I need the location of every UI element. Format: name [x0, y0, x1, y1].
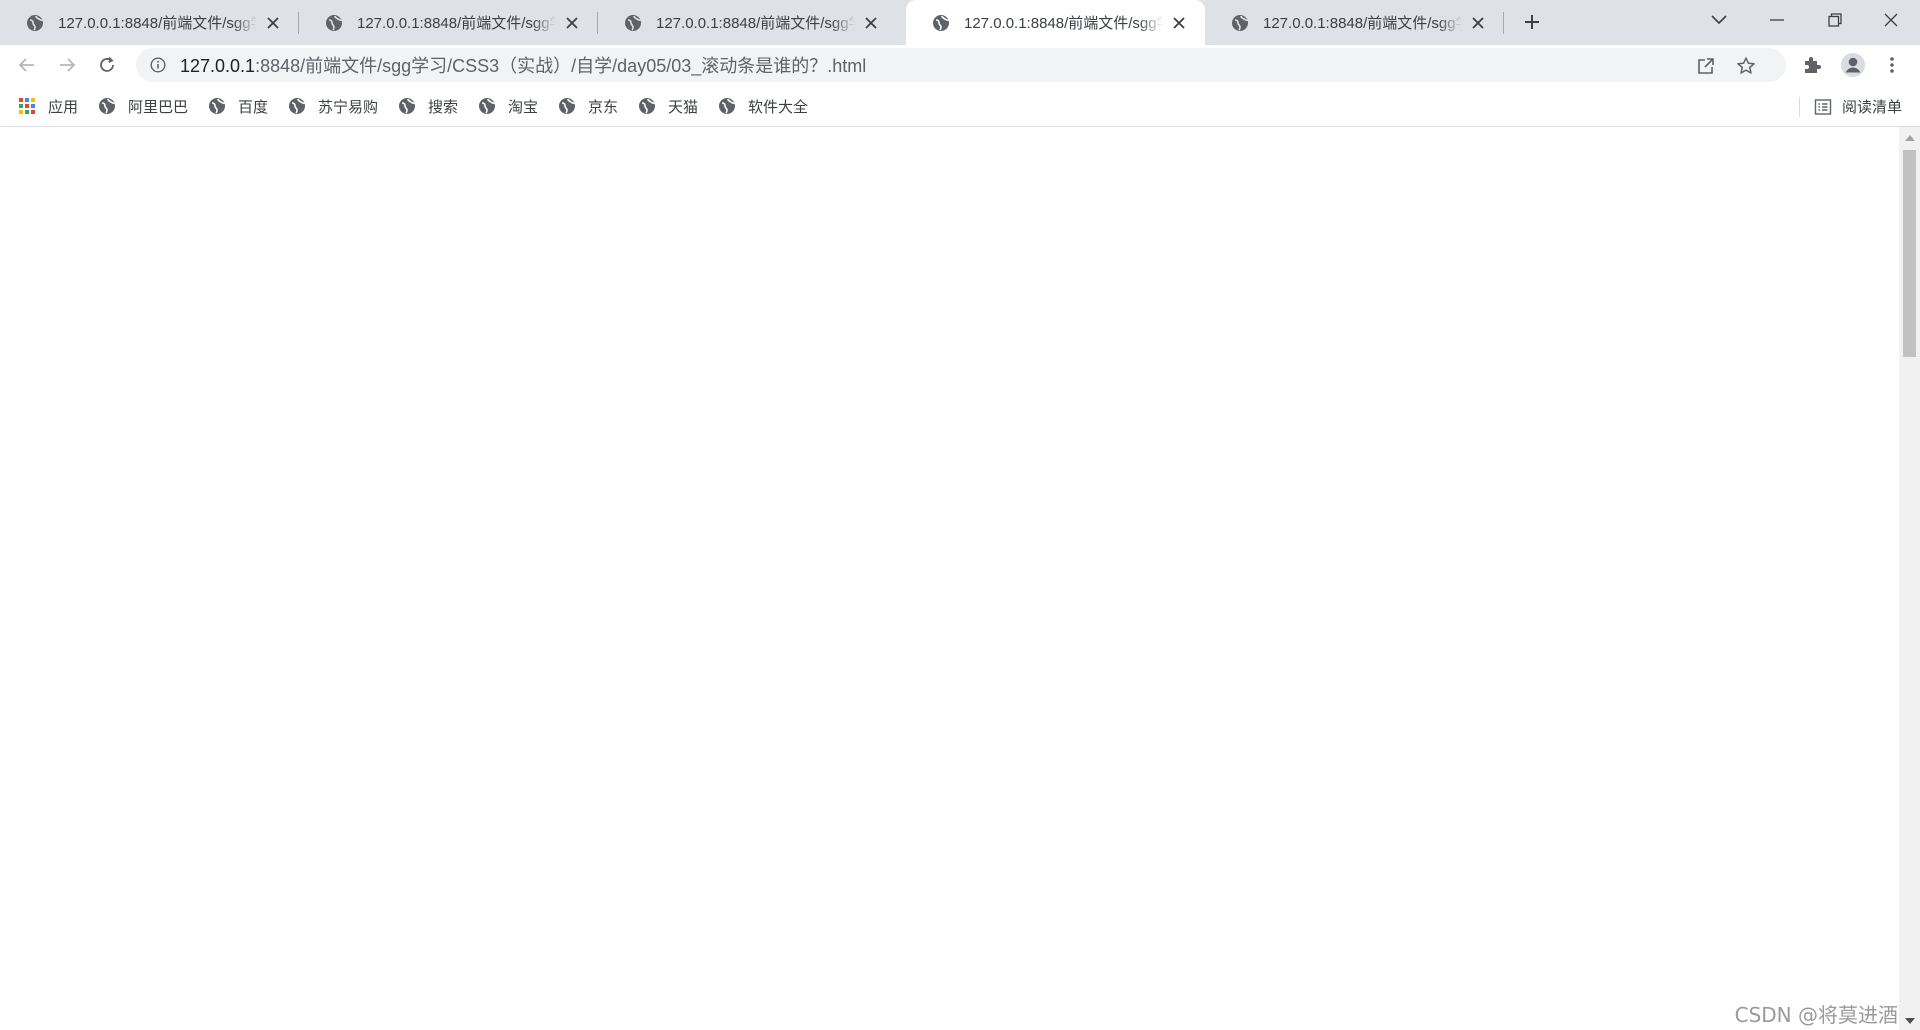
- close-icon[interactable]: [1468, 13, 1488, 33]
- close-icon[interactable]: [263, 13, 283, 33]
- globe-icon: [326, 14, 342, 31]
- address-bar[interactable]: 127.0.0.1:8848/前端文件/sgg学习/CSS3（实战）/自学/da…: [136, 48, 1786, 82]
- bookmark-label: 京东: [588, 98, 619, 116]
- bookmark-item[interactable]: 软件大全: [718, 96, 808, 116]
- globe-icon: [399, 98, 415, 114]
- tab-5[interactable]: 127.0.0.1:8848/前端文件/sgg学习/CSS3（实战）/自学/da…: [1205, 0, 1504, 45]
- globe-icon: [27, 14, 43, 31]
- url-path: :8848/前端文件/sgg学习/CSS3（实战）/自学/day05/03_滚动…: [255, 56, 867, 76]
- bookmark-item[interactable]: 百度: [208, 96, 268, 116]
- back-button[interactable]: [12, 50, 42, 80]
- chevron-down-icon: [1711, 15, 1727, 25]
- url-host: 127.0.0.1: [180, 56, 256, 76]
- extensions-button[interactable]: [1797, 50, 1827, 80]
- plus-icon: [1525, 15, 1539, 29]
- bookmark-item[interactable]: 淘宝: [478, 96, 538, 116]
- scroll-down-arrow-icon[interactable]: [1905, 1018, 1915, 1024]
- bookmark-label: 搜索: [428, 98, 459, 116]
- vertical-scrollbar[interactable]: [1899, 127, 1920, 1030]
- globe-icon: [289, 98, 305, 114]
- bookmark-label: 软件大全: [748, 98, 809, 116]
- puzzle-icon: [1805, 57, 1821, 73]
- page-content: [0, 127, 1899, 1030]
- globe-icon: [639, 98, 655, 114]
- tab-2[interactable]: 127.0.0.1:8848/前端文件/sgg学习/CSS3（实战）/自学/da…: [299, 0, 598, 45]
- tab-title: 127.0.0.1:8848/前端文件/sgg学习/CSS3（实战）/自学/da…: [964, 15, 1163, 32]
- watermark: CSDN @将莫进酒: [1734, 1003, 1898, 1027]
- info-icon[interactable]: [150, 57, 166, 73]
- globe-icon: [625, 14, 641, 31]
- bookmark-label: 天猫: [668, 98, 699, 116]
- apps-grid-icon: [19, 98, 35, 114]
- tab-title: 127.0.0.1:8848/前端文件/sgg学习/CSS3（实战）/自学/da…: [357, 15, 556, 32]
- bookmark-apps[interactable]: 应用: [18, 96, 78, 116]
- tab-title: 127.0.0.1:8848/前端文件/sgg学习/CSS3（实战）/自学/da…: [58, 15, 257, 32]
- reading-list-button[interactable]: 阅读清单: [1798, 96, 1902, 117]
- kebab-menu-icon: [1890, 57, 1894, 73]
- close-icon[interactable]: [861, 13, 881, 33]
- tab-1[interactable]: 127.0.0.1:8848/前端文件/sgg学习/CSS3（实战）/自学/da…: [0, 0, 299, 45]
- bookmark-item[interactable]: 天猫: [638, 96, 698, 116]
- reload-icon: [100, 56, 114, 72]
- globe-icon: [209, 98, 225, 114]
- bookmark-star-button[interactable]: [1734, 54, 1758, 78]
- bookmark-label: 淘宝: [508, 98, 539, 116]
- restore-button[interactable]: [1806, 0, 1864, 40]
- tab-title: 127.0.0.1:8848/前端文件/sgg学习/CSS3（实战）/自学/da…: [1263, 15, 1462, 32]
- restore-icon: [1828, 13, 1842, 27]
- globe-icon: [99, 98, 115, 114]
- tab-strip: 127.0.0.1:8848/前端文件/sgg学习/CSS3（实战）/自学/da…: [0, 0, 1920, 45]
- globe-icon: [933, 14, 949, 31]
- arrow-left-icon: [18, 58, 34, 72]
- reading-list-icon: [1814, 98, 1832, 115]
- bookmark-item[interactable]: 阿里巴巴: [98, 96, 188, 116]
- tab-title: 127.0.0.1:8848/前端文件/sgg学习/CSS3（实战）/自学/da…: [656, 15, 855, 32]
- globe-icon: [559, 98, 575, 114]
- divider: [1798, 96, 1800, 117]
- menu-button[interactable]: [1877, 50, 1907, 80]
- scroll-up-arrow-icon[interactable]: [1905, 135, 1915, 141]
- minimize-icon: [1770, 19, 1784, 21]
- new-tab-button[interactable]: [1520, 10, 1544, 34]
- toolbar: 127.0.0.1:8848/前端文件/sgg学习/CSS3（实战）/自学/da…: [0, 45, 1920, 85]
- bookmark-item[interactable]: 搜索: [398, 96, 458, 116]
- globe-icon: [719, 98, 735, 114]
- minimize-button[interactable]: [1748, 0, 1806, 40]
- bookmark-label: 应用: [48, 98, 79, 116]
- close-icon[interactable]: [1169, 13, 1189, 33]
- profile-button[interactable]: [1838, 50, 1868, 80]
- share-icon: [1698, 58, 1714, 74]
- reload-button[interactable]: [92, 50, 122, 80]
- tab-3[interactable]: 127.0.0.1:8848/前端文件/sgg学习/CSS3（实战）/自学/da…: [598, 0, 897, 45]
- url-text: 127.0.0.1:8848/前端文件/sgg学习/CSS3（实战）/自学/da…: [180, 52, 866, 78]
- star-icon: [1737, 57, 1755, 74]
- scroll-thumb[interactable]: [1903, 150, 1916, 357]
- tab-separator: [1503, 12, 1504, 34]
- reading-list-label: 阅读清单: [1841, 99, 1902, 116]
- arrow-right-icon: [60, 58, 76, 72]
- close-window-button[interactable]: [1862, 0, 1920, 40]
- forward-button[interactable]: [52, 50, 82, 80]
- globe-icon: [1232, 14, 1248, 31]
- tab-search-button[interactable]: [1690, 0, 1748, 40]
- bookmark-label: 阿里巴巴: [128, 98, 189, 116]
- share-button[interactable]: [1694, 54, 1718, 78]
- globe-icon: [479, 98, 495, 114]
- bookmarks-bar: 应用 阿里巴巴 百度 苏宁易购 搜索 淘宝 京东 天猫 软件大全 阅读清单: [0, 85, 1920, 127]
- close-icon[interactable]: [562, 13, 582, 33]
- bookmark-item[interactable]: 苏宁易购: [288, 96, 378, 116]
- bookmark-item[interactable]: 京东: [558, 96, 618, 116]
- tab-4-active[interactable]: 127.0.0.1:8848/前端文件/sgg学习/CSS3（实战）/自学/da…: [906, 0, 1205, 45]
- bookmark-label: 百度: [238, 98, 269, 116]
- avatar-icon: [1841, 53, 1865, 77]
- close-icon: [1884, 13, 1898, 27]
- bookmark-label: 苏宁易购: [318, 98, 379, 116]
